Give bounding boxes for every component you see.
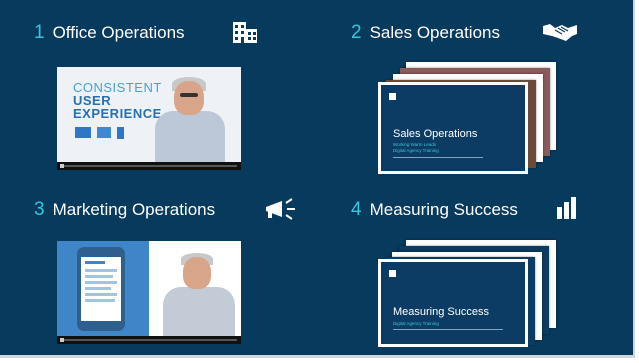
section-number: 2 [351, 22, 362, 43]
section-label: Marketing Operations [52, 200, 216, 219]
divider [393, 329, 503, 330]
logo [389, 270, 399, 277]
section-label: Measuring Success [369, 200, 518, 219]
bar-chart-icon [557, 197, 576, 219]
section-office-operations-title: 1 Office Operations [34, 22, 185, 44]
deck-title: Measuring Success [393, 306, 489, 318]
presenter-figure [157, 251, 241, 337]
phone-illustration [57, 241, 149, 336]
logo [389, 93, 399, 100]
presenter-figure [147, 75, 239, 163]
divider [393, 157, 483, 158]
section-number: 3 [34, 199, 45, 220]
play-icon[interactable] [60, 164, 64, 168]
deck-subtitle: Digital Agency Training [393, 321, 439, 326]
section-label: Sales Operations [369, 23, 500, 42]
play-icon[interactable] [60, 338, 64, 342]
deck-front-slide: Measuring Success Digital Agency Trainin… [378, 259, 528, 347]
measuring-success-slide-deck[interactable]: Measuring Success Digital Agency Trainin… [378, 238, 558, 350]
deck-title: Sales Operations [393, 128, 478, 140]
office-building-icon [233, 22, 257, 43]
deck-subtitle: Digital Agency Training [393, 148, 439, 153]
section-number: 1 [34, 22, 45, 43]
tablet-icon [97, 127, 111, 138]
handshake-icon [543, 24, 577, 41]
marketing-operations-video-thumbnail[interactable] [57, 241, 241, 344]
section-marketing-operations-title: 3 Marketing Operations [34, 199, 215, 221]
section-measuring-success-title: 4 Measuring Success [351, 199, 518, 221]
video-control-bar[interactable] [57, 162, 241, 170]
video-control-bar[interactable] [57, 336, 241, 344]
deck-front-slide: Sales Operations Working Warm Leads Digi… [378, 82, 528, 174]
section-label: Office Operations [52, 23, 185, 42]
course-overview-slide: 1 Office Operations 2 Sales Operations CON… [0, 0, 635, 358]
section-sales-operations-title: 2 Sales Operations [351, 22, 500, 44]
office-operations-video-thumbnail[interactable]: CONSISTENT USER EXPERIENCE [57, 67, 241, 170]
monitor-icon [75, 127, 91, 138]
megaphone-icon [266, 198, 295, 220]
section-number: 4 [351, 199, 362, 220]
phone-icon [117, 127, 124, 139]
sales-operations-slide-deck[interactable]: Sales Operations Working Warm Leads Digi… [378, 60, 558, 175]
device-icons [75, 127, 124, 139]
